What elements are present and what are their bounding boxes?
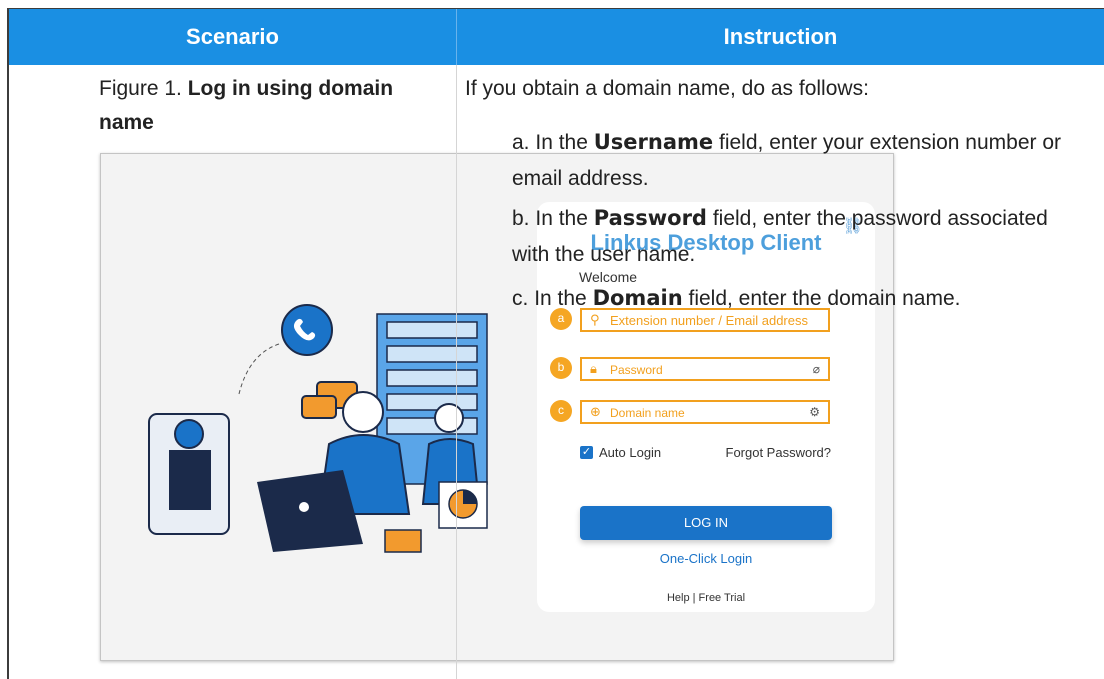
lock-icon: 🔒︎ [590, 361, 597, 376]
step-text: field, enter the password associated wit… [512, 207, 1048, 266]
help-free-trial-links[interactable]: Help | Free Trial [537, 592, 875, 604]
eye-off-icon[interactable]: ⌀ [813, 362, 820, 376]
table-left-border [7, 8, 9, 679]
field-placeholder: Password [610, 363, 663, 377]
password-field[interactable]: 🔒︎ Password ⌀ [580, 357, 830, 381]
auto-login-checkbox[interactable]: ✓ Auto Login [580, 445, 661, 460]
header-instruction: Instruction [723, 24, 838, 49]
checkmark-icon: ✓ [580, 446, 593, 459]
column-divider [456, 65, 457, 679]
table-header-row: Scenario Instruction [9, 9, 1104, 65]
step-text: In the [535, 207, 588, 230]
instruction-step-c: c. In the Domain field, enter the domain… [512, 280, 1092, 317]
settings-icon[interactable]: ⚙ [809, 405, 820, 419]
step-field-name: Username [593, 130, 714, 154]
step-text: In the [534, 287, 587, 310]
forgot-password-link[interactable]: Forgot Password? [726, 445, 832, 460]
auto-login-label: Auto Login [599, 445, 662, 460]
step-field-name: Password [593, 206, 707, 230]
instruction-intro: If you obtain a domain name, do as follo… [465, 77, 869, 100]
step-marker: b. [512, 207, 530, 230]
callout-badge-b: b [550, 357, 572, 379]
callout-badge-c: c [550, 400, 572, 422]
step-marker: c. [512, 287, 529, 310]
call-center-illustration [148, 304, 488, 553]
one-click-login-link[interactable]: One-Click Login [537, 551, 875, 566]
step-marker: a. [512, 131, 530, 154]
header-scenario: Scenario [186, 24, 279, 49]
figure-caption: Figure 1. Log in using domain name [99, 72, 399, 140]
instruction-step-a: a. In the Username field, enter your ext… [512, 124, 1072, 197]
step-field-name: Domain [592, 286, 683, 310]
domain-name-field[interactable]: ⊕ Domain name ⚙ [580, 400, 830, 424]
globe-icon: ⊕ [590, 404, 601, 419]
step-text: field, enter the domain name. [688, 287, 961, 310]
phone-icon [281, 304, 333, 356]
caption-prefix: Figure 1. [99, 77, 182, 100]
header-divider [456, 9, 457, 65]
step-text: In the [535, 131, 588, 154]
login-button[interactable]: LOG IN [580, 506, 832, 540]
field-placeholder: Domain name [610, 406, 685, 420]
instruction-step-b: b. In the Password field, enter the pass… [512, 200, 1072, 273]
